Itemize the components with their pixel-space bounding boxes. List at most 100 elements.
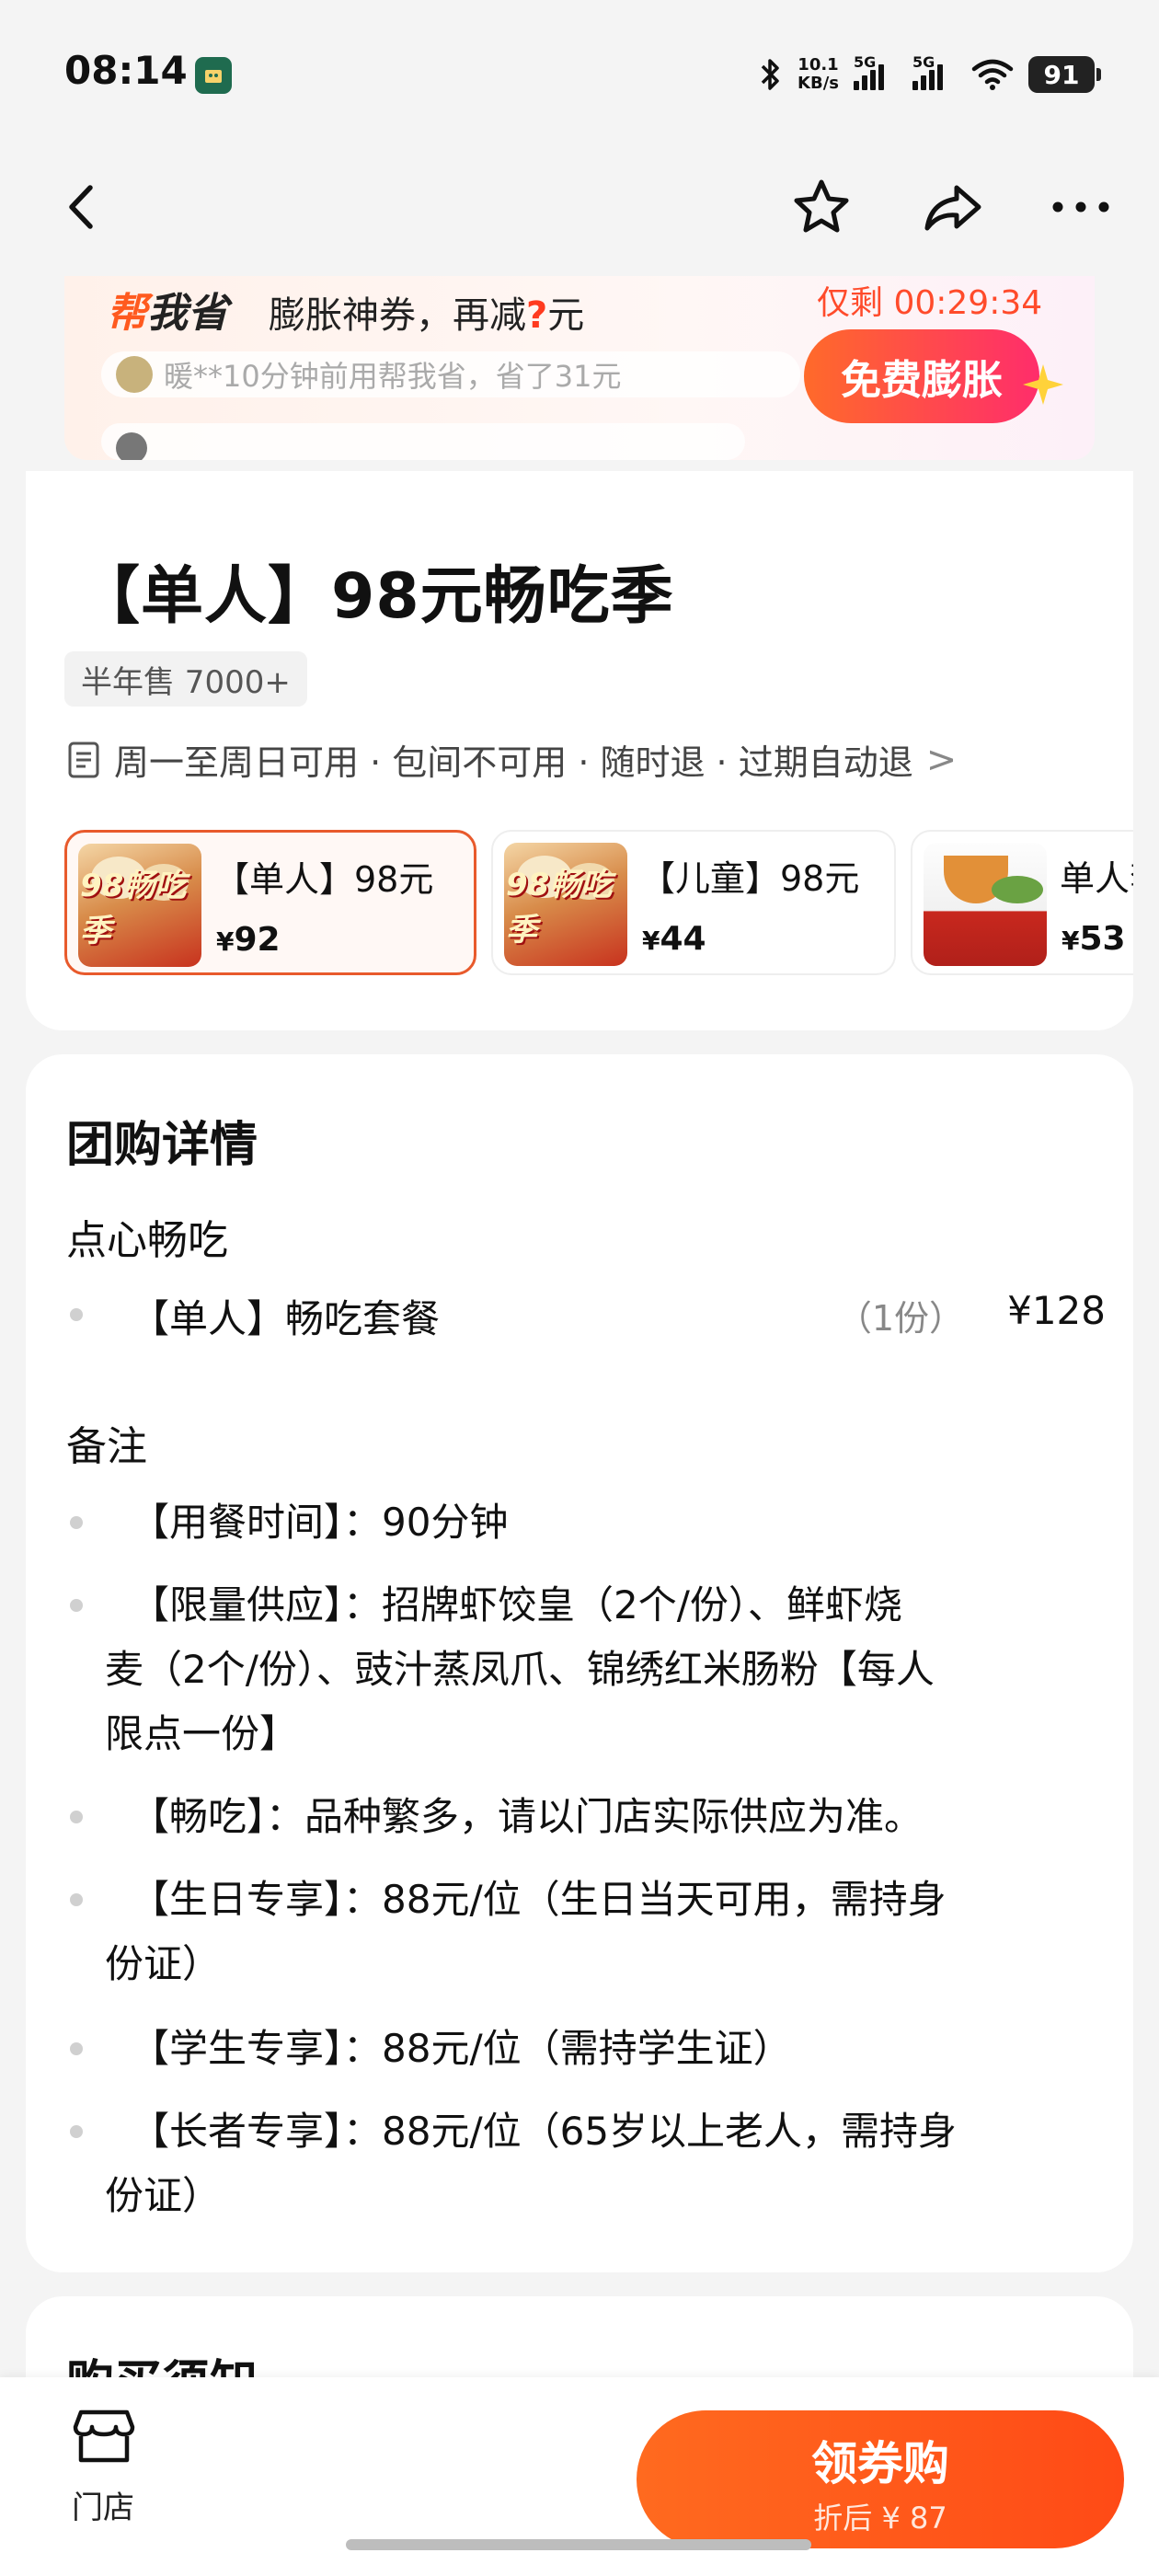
promo-badge: 98畅吃季 — [80, 868, 187, 949]
back-icon[interactable] — [59, 175, 103, 239]
note-line: 份证） — [105, 1941, 222, 1986]
note-line: 【用餐时间】：90分钟 — [131, 1500, 509, 1545]
note-line: 【长者专享】：88元/位（65岁以上老人，需持身 — [131, 2109, 958, 2154]
variant-name: 单人套 — [1060, 858, 1133, 899]
package-item: 【单人】畅吃套餐 （1份） ¥128 — [66, 1288, 1106, 1343]
product-title: 【单人】98元畅吃季 — [77, 560, 674, 633]
price-value: 44 — [660, 920, 706, 958]
avatar — [116, 432, 147, 460]
countdown-timer: 仅剩 00:29:34 — [817, 284, 1043, 322]
banner-brand: 帮我省 — [107, 280, 228, 339]
status-time: 08:14 — [64, 48, 188, 93]
bullet — [70, 1893, 83, 1906]
currency-symbol: ¥ — [216, 926, 235, 957]
note-item: 【畅吃】：品种繁多，请以门店实际供应为准。 — [66, 1785, 1106, 1849]
price-value: 53 — [1079, 920, 1126, 958]
note-line: 限点一份】 — [105, 1711, 299, 1756]
store-button[interactable]: 门店 — [66, 2405, 140, 2526]
coupon-banner[interactable]: 帮我省 膨胀神券，再减?元 仅剩 00:29:34 暖**10分钟前用帮我省，省… — [64, 276, 1095, 460]
note-line: 份证） — [105, 2173, 222, 2218]
free-expand-button[interactable]: 免费膨胀 — [804, 329, 1039, 423]
note-item: 【限量供应】：招牌虾饺皇（2个/份）、鲜虾烧 麦（2个/份）、豉汁蒸凤爪、锦绣红… — [66, 1573, 1106, 1766]
savings-ticker-next — [101, 423, 745, 460]
signal-label: 5G — [854, 53, 877, 71]
variant-name: 【单人】98元 — [214, 859, 434, 900]
chevron-right-icon: > — [925, 738, 958, 781]
section-title: 点心畅吃 — [66, 1217, 228, 1264]
note-line: 麦（2个/份）、豉汁蒸凤爪、锦绣红米肠粉【每人 — [105, 1647, 935, 1692]
banner-title-mystery: ? — [526, 294, 548, 337]
signal-label: 5G — [912, 53, 935, 71]
banner-title: 膨胀神券，再减?元 — [269, 285, 584, 339]
bullet — [70, 2042, 83, 2055]
ticker-text: 暖**10分钟前用帮我省，省了31元 — [164, 359, 622, 394]
avatar — [116, 356, 153, 393]
variant-option[interactable]: 单人套 ¥53 — [911, 830, 1133, 975]
note-item: 【用餐时间】：90分钟 — [66, 1490, 1106, 1555]
variant-price: ¥92 — [216, 921, 281, 959]
variant-thumbnail: 98畅吃季 — [504, 843, 627, 966]
net-speed: 10.1 KB/s — [798, 56, 839, 93]
variant-option[interactable]: 98畅吃季 【单人】98元 ¥92 — [64, 830, 476, 975]
note-item: 【长者专享】：88元/位（65岁以上老人，需持身 份证） — [66, 2099, 1106, 2228]
bullet — [70, 1811, 83, 1823]
banner-title-suffix: 元 — [547, 294, 585, 337]
usage-rules-text: 周一至周日可用 · 包间不可用 · 随时退 · 过期自动退 — [114, 742, 913, 783]
currency-symbol: ¥ — [1061, 926, 1080, 956]
group-buy-details: 团购详情 点心畅吃 【单人】畅吃套餐 （1份） ¥128 备注 【用餐时间】：9… — [26, 1054, 1133, 2272]
note-line: 【学生专享】：88元/位（需持学生证） — [131, 2026, 792, 2071]
more-icon[interactable] — [1047, 175, 1115, 239]
net-speed-value: 10.1 — [798, 55, 839, 75]
battery-icon: 91 — [1028, 56, 1101, 93]
claim-coupon-buy-button[interactable]: 领券购 折后 ¥ 87 — [637, 2410, 1124, 2548]
status-bar: 08:14 10.1 KB/s 5G 5G 91 — [0, 0, 1159, 155]
package-item-name: 【单人】畅吃套餐 — [131, 1296, 441, 1341]
variant-option[interactable]: 98畅吃季 【儿童】98元 ¥44 — [491, 830, 896, 975]
buy-discounted-price: 折后 ¥ 87 — [813, 2501, 947, 2536]
promo-badge: 98畅吃季 — [506, 867, 613, 949]
note-item: 【生日专享】：88元/位（生日当天可用，需持身 份证） — [66, 1868, 1106, 1996]
share-icon[interactable] — [918, 175, 986, 239]
note-line: 【畅吃】：品种繁多，请以门店实际供应为准。 — [131, 1794, 924, 1839]
signal-icon: 5G — [854, 53, 898, 90]
app-notification-icon — [195, 57, 232, 94]
wifi-icon — [971, 59, 1014, 90]
store-icon — [73, 2409, 135, 2463]
bullet — [70, 1599, 83, 1612]
savings-ticker: 暖**10分钟前用帮我省，省了31元 — [101, 351, 800, 397]
bullet — [70, 2125, 83, 2138]
variant-thumbnail: 98畅吃季 — [78, 844, 201, 967]
net-speed-unit: KB/s — [798, 74, 839, 93]
package-item-qty: （1份） — [836, 1298, 964, 1339]
brand-part1: 帮 — [107, 290, 147, 337]
bullet — [70, 1308, 83, 1321]
variant-price: ¥44 — [642, 920, 706, 958]
store-label: 门店 — [72, 2490, 134, 2526]
section-title: 备注 — [66, 1423, 147, 1470]
variant-selector: 98畅吃季 【单人】98元 ¥92 98畅吃季 【儿童】98元 ¥44 单人套 … — [64, 830, 1133, 977]
usage-rules-row[interactable]: 周一至周日可用 · 包间不可用 · 随时退 · 过期自动退 > — [66, 734, 957, 785]
variant-thumbnail — [924, 843, 1047, 966]
currency-symbol: ¥ — [642, 926, 660, 956]
home-indicator[interactable] — [346, 2539, 811, 2550]
note-line: 【生日专享】：88元/位（生日当天可用，需持身 — [131, 1877, 947, 1922]
status-icons: 10.1 KB/s 5G 5G 91 — [759, 52, 1101, 98]
brand-part2: 我省 — [147, 290, 228, 337]
variant-price: ¥53 — [1061, 920, 1126, 958]
sparkle-icon — [1023, 364, 1063, 405]
bullet — [70, 1516, 83, 1529]
star-icon[interactable] — [789, 175, 854, 239]
bluetooth-icon — [761, 59, 779, 90]
note-item: 【学生专享】：88元/位（需持学生证） — [66, 2017, 1106, 2081]
details-title: 团购详情 — [66, 1118, 258, 1173]
note-line: 【限量供应】：招牌虾饺皇（2个/份）、鲜虾烧 — [131, 1582, 902, 1627]
signal-icon: 5G — [912, 53, 957, 90]
package-item-price: ¥128 — [1007, 1288, 1106, 1333]
product-card: 【单人】98元畅吃季 半年售 7000+ 周一至周日可用 · 包间不可用 · 随… — [26, 471, 1133, 1030]
variant-name: 【儿童】98元 — [640, 858, 860, 899]
document-icon — [68, 742, 99, 777]
sales-badge: 半年售 7000+ — [64, 651, 307, 707]
banner-title-prefix: 膨胀神券，再减 — [269, 294, 526, 337]
price-value: 92 — [234, 921, 281, 959]
buy-label: 领券购 — [811, 2437, 949, 2490]
